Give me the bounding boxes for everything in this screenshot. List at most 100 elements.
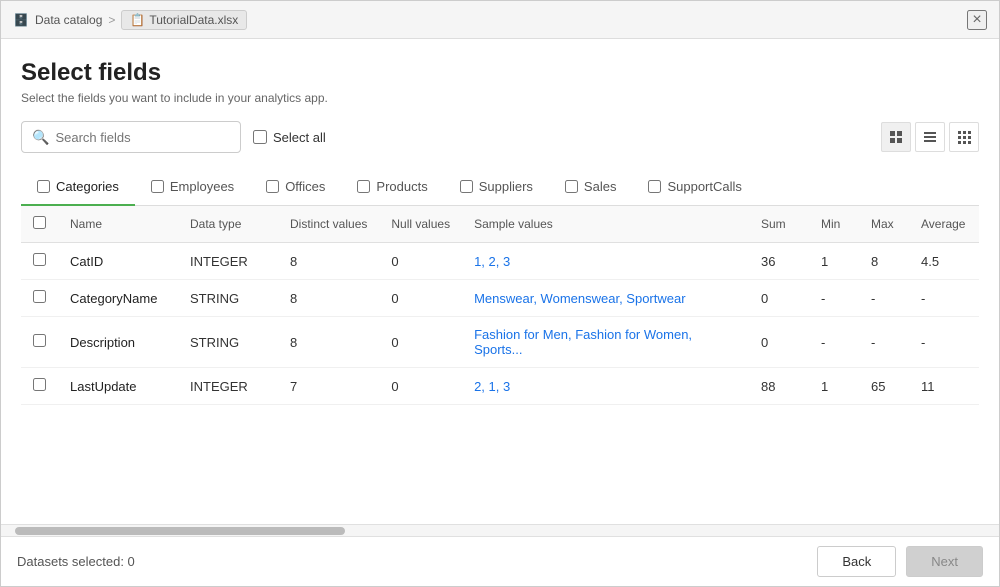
row-datatype: INTEGER bbox=[178, 243, 278, 280]
select-all-checkbox[interactable] bbox=[253, 130, 267, 144]
th-max: Max bbox=[859, 206, 909, 243]
table-row: Description STRING 8 0 Fashion for Men, … bbox=[21, 317, 979, 368]
row-checkbox-cell bbox=[21, 317, 58, 368]
row-sum: 36 bbox=[749, 243, 809, 280]
main-content: Select fields Select the fields you want… bbox=[1, 39, 999, 524]
search-box: 🔍 bbox=[21, 121, 241, 153]
title-bar: 🗄️ Data catalog > 📋 TutorialData.xlsx × bbox=[1, 1, 999, 39]
tab-employees-label: Employees bbox=[170, 179, 234, 194]
breadcrumb-file: 📋 TutorialData.xlsx bbox=[121, 10, 247, 30]
row-distinct: 8 bbox=[278, 243, 379, 280]
th-datatype: Data type bbox=[178, 206, 278, 243]
table-row: CatID INTEGER 8 0 1, 2, 3 36 1 8 4.5 bbox=[21, 243, 979, 280]
tab-employees[interactable]: Employees bbox=[135, 169, 250, 206]
table-container: Name Data type Distinct values Null valu… bbox=[21, 206, 979, 524]
tab-employees-checkbox[interactable] bbox=[151, 180, 164, 193]
row-max: - bbox=[859, 317, 909, 368]
select-all-area: Select all bbox=[253, 130, 326, 145]
row-min: 1 bbox=[809, 368, 859, 405]
tab-products-checkbox[interactable] bbox=[357, 180, 370, 193]
tab-sales[interactable]: Sales bbox=[549, 169, 633, 206]
tab-suppliers-checkbox[interactable] bbox=[460, 180, 473, 193]
search-icon: 🔍 bbox=[32, 129, 49, 146]
tab-supportcalls-label: SupportCalls bbox=[667, 179, 741, 194]
catalog-icon: 🗄️ bbox=[13, 12, 29, 28]
footer: Datasets selected: 0 Back Next bbox=[1, 536, 999, 586]
tab-categories-label: Categories bbox=[56, 179, 119, 194]
list-view-button[interactable] bbox=[915, 122, 945, 152]
breadcrumb-separator: > bbox=[108, 13, 115, 27]
row-checkbox-cell bbox=[21, 243, 58, 280]
row-checkbox-cell bbox=[21, 280, 58, 317]
th-null: Null values bbox=[379, 206, 462, 243]
row-checkbox-3[interactable] bbox=[33, 378, 46, 391]
th-min: Min bbox=[809, 206, 859, 243]
table-header-row: Name Data type Distinct values Null valu… bbox=[21, 206, 979, 243]
next-button[interactable]: Next bbox=[906, 546, 983, 577]
row-sum: 0 bbox=[749, 317, 809, 368]
tab-supportcalls[interactable]: SupportCalls bbox=[632, 169, 757, 206]
th-checkbox bbox=[21, 206, 58, 243]
datasets-selected-label: Datasets selected: 0 bbox=[17, 554, 135, 569]
list-icon bbox=[923, 130, 937, 144]
tabs: Categories Employees Offices Products Su… bbox=[21, 169, 979, 206]
th-sum: Sum bbox=[749, 206, 809, 243]
row-datatype: STRING bbox=[178, 280, 278, 317]
row-name: Description bbox=[58, 317, 178, 368]
row-name: CatID bbox=[58, 243, 178, 280]
row-min: - bbox=[809, 317, 859, 368]
fields-table: Name Data type Distinct values Null valu… bbox=[21, 206, 979, 405]
row-datatype: STRING bbox=[178, 317, 278, 368]
tab-products[interactable]: Products bbox=[341, 169, 443, 206]
page-subtitle: Select the fields you want to include in… bbox=[21, 91, 979, 105]
select-all-rows-checkbox[interactable] bbox=[33, 216, 46, 229]
row-distinct: 7 bbox=[278, 368, 379, 405]
scrollbar-thumb[interactable] bbox=[15, 527, 345, 535]
row-checkbox-1[interactable] bbox=[33, 290, 46, 303]
row-sample: Fashion for Men, Fashion for Women, Spor… bbox=[462, 317, 749, 368]
sample-link[interactable]: 1, 2, 3 bbox=[474, 254, 510, 269]
tab-categories[interactable]: Categories bbox=[21, 169, 135, 206]
back-button[interactable]: Back bbox=[817, 546, 896, 577]
row-avg: 11 bbox=[909, 368, 979, 405]
tab-sales-label: Sales bbox=[584, 179, 617, 194]
close-button[interactable]: × bbox=[967, 10, 987, 30]
tab-supportcalls-checkbox[interactable] bbox=[648, 180, 661, 193]
table-icon bbox=[957, 130, 971, 144]
grid-view-button[interactable] bbox=[881, 122, 911, 152]
row-max: - bbox=[859, 280, 909, 317]
tab-products-label: Products bbox=[376, 179, 427, 194]
sample-link[interactable]: 2, 1, 3 bbox=[474, 379, 510, 394]
row-null: 0 bbox=[379, 368, 462, 405]
th-sample: Sample values bbox=[462, 206, 749, 243]
tab-categories-checkbox[interactable] bbox=[37, 180, 50, 193]
row-null: 0 bbox=[379, 243, 462, 280]
row-sum: 0 bbox=[749, 280, 809, 317]
search-input[interactable] bbox=[55, 130, 230, 145]
row-null: 0 bbox=[379, 317, 462, 368]
row-max: 8 bbox=[859, 243, 909, 280]
tab-offices-checkbox[interactable] bbox=[266, 180, 279, 193]
row-distinct: 8 bbox=[278, 280, 379, 317]
row-checkbox-2[interactable] bbox=[33, 334, 46, 347]
tab-offices[interactable]: Offices bbox=[250, 169, 341, 206]
row-max: 65 bbox=[859, 368, 909, 405]
tab-sales-checkbox[interactable] bbox=[565, 180, 578, 193]
grid-icon bbox=[889, 130, 903, 144]
row-sample: Menswear, Womenswear, Sportwear bbox=[462, 280, 749, 317]
file-name: TutorialData.xlsx bbox=[149, 13, 238, 27]
select-all-label[interactable]: Select all bbox=[273, 130, 326, 145]
sample-link[interactable]: Menswear, Womenswear, Sportwear bbox=[474, 291, 685, 306]
sample-link[interactable]: Fashion for Men, Fashion for Women, Spor… bbox=[474, 327, 692, 357]
horizontal-scrollbar[interactable] bbox=[1, 524, 999, 536]
row-checkbox-0[interactable] bbox=[33, 253, 46, 266]
tab-offices-label: Offices bbox=[285, 179, 325, 194]
tab-suppliers-label: Suppliers bbox=[479, 179, 533, 194]
view-toggles bbox=[881, 122, 979, 152]
row-min: - bbox=[809, 280, 859, 317]
tab-suppliers[interactable]: Suppliers bbox=[444, 169, 549, 206]
table-view-button[interactable] bbox=[949, 122, 979, 152]
page-title: Select fields bbox=[21, 59, 979, 87]
row-sample: 2, 1, 3 bbox=[462, 368, 749, 405]
table-row: LastUpdate INTEGER 7 0 2, 1, 3 88 1 65 1… bbox=[21, 368, 979, 405]
